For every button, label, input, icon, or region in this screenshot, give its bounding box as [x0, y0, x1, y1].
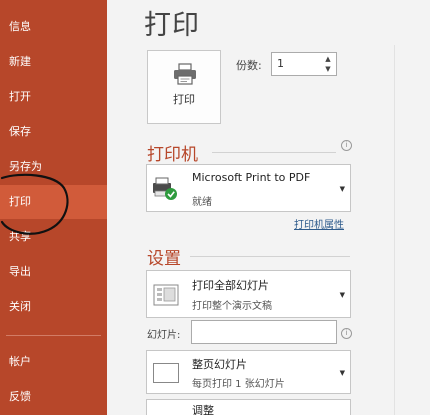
- printer-section-title: 打印机: [147, 145, 198, 165]
- layout-title: 整页幻灯片: [192, 358, 247, 371]
- nav-account[interactable]: 帐户: [0, 345, 107, 379]
- page-title: 打印: [144, 10, 200, 41]
- preview-divider: [394, 45, 395, 415]
- printer-select[interactable]: Microsoft Print to PDF 就绪 ▼: [146, 164, 351, 212]
- printer-status: 就绪: [192, 197, 212, 208]
- sidebar-divider: [6, 335, 101, 336]
- nav-new[interactable]: 新建: [0, 45, 107, 79]
- print-range-select[interactable]: 打印全部幻灯片 打印整个演示文稿 ▼: [146, 270, 351, 318]
- settings-section-rule: [190, 256, 350, 257]
- settings-section-title: 设置: [147, 249, 181, 269]
- nav-open[interactable]: 打开: [0, 80, 107, 114]
- nav-close[interactable]: 关闭: [0, 290, 107, 324]
- nav-save-as[interactable]: 另存为: [0, 150, 107, 184]
- print-button[interactable]: 打印: [147, 50, 221, 124]
- print-button-label: 打印: [173, 93, 195, 106]
- printer-section-rule: [212, 152, 336, 153]
- pdf-printer-icon: [153, 177, 177, 200]
- copies-value: 1: [277, 57, 284, 70]
- layout-select[interactable]: 整页幻灯片 每页打印 1 张幻灯片 ▼: [146, 350, 351, 394]
- copies-spinner[interactable]: 1 ▲ ▼: [271, 52, 337, 76]
- nav-share[interactable]: 共享: [0, 220, 107, 254]
- all-slides-icon: [153, 284, 179, 306]
- copies-up-icon[interactable]: ▲: [322, 54, 334, 64]
- printer-icon: [174, 63, 196, 85]
- full-page-slide-icon: [153, 363, 179, 383]
- info-icon[interactable]: i: [341, 328, 352, 339]
- chevron-down-icon: ▼: [339, 369, 345, 377]
- chevron-down-icon: ▼: [339, 291, 345, 299]
- copies-down-icon[interactable]: ▼: [322, 64, 334, 74]
- collation-select[interactable]: 调整: [146, 399, 351, 415]
- print-range-subtitle: 打印整个演示文稿: [192, 301, 272, 312]
- nav-print[interactable]: 打印: [0, 185, 107, 219]
- nav-feedback[interactable]: 反馈: [0, 380, 107, 414]
- backstage-sidebar: 信息 新建 打开 保存 另存为 打印 共享 导出 关闭 帐户 反馈: [0, 0, 107, 415]
- nav-info[interactable]: 信息: [0, 10, 107, 44]
- print-range-title: 打印全部幻灯片: [192, 279, 269, 292]
- nav-export[interactable]: 导出: [0, 255, 107, 289]
- layout-subtitle: 每页打印 1 张幻灯片: [192, 379, 285, 390]
- printer-properties-link[interactable]: 打印机属性: [294, 216, 344, 231]
- copies-label: 份数:: [236, 59, 262, 72]
- slides-label: 幻灯片:: [147, 330, 181, 341]
- collation-title: 调整: [192, 404, 214, 415]
- nav-save[interactable]: 保存: [0, 115, 107, 149]
- info-icon[interactable]: i: [341, 140, 352, 151]
- chevron-down-icon: ▼: [339, 185, 345, 193]
- slides-input[interactable]: [191, 320, 337, 344]
- printer-name: Microsoft Print to PDF: [192, 171, 311, 184]
